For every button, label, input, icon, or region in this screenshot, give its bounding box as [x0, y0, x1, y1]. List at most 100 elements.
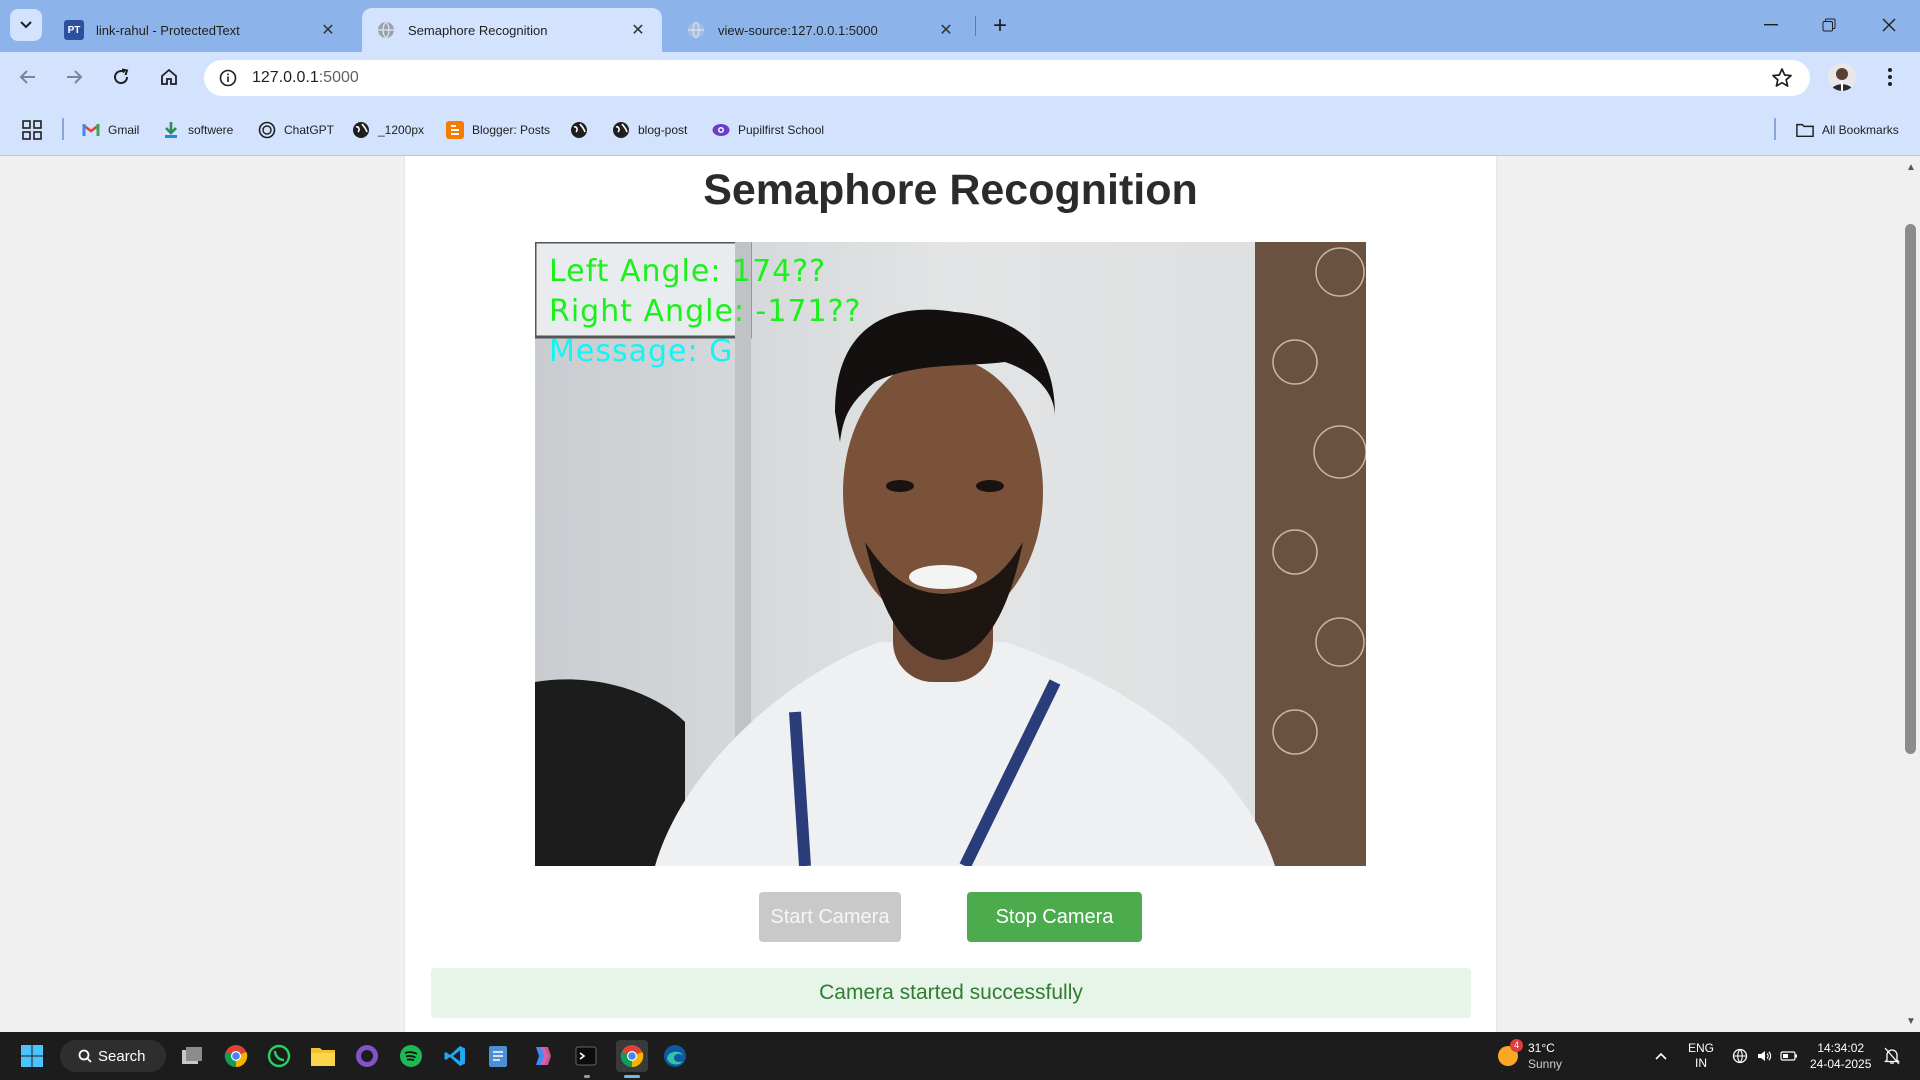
reload-icon: [114, 68, 129, 85]
copilot-icon[interactable]: [526, 1040, 558, 1072]
notepad-icon[interactable]: [482, 1040, 514, 1072]
notifications-button[interactable]: [1884, 1032, 1900, 1080]
vscode-icon[interactable]: [439, 1040, 471, 1072]
bookmark-blogger-posts[interactable]: Blogger: Posts: [446, 118, 550, 142]
tab-title: link-rahul - ProtectedText: [96, 22, 240, 38]
tab-title: Semaphore Recognition: [408, 22, 548, 38]
profile-avatar[interactable]: [1828, 63, 1856, 91]
weather-text: 31°C Sunny: [1528, 1040, 1562, 1072]
all-bookmarks-label: All Bookmarks: [1822, 123, 1899, 137]
url-host: 127.0.0.1: [252, 69, 319, 86]
browser-toolbar: 127.0.0.1:5000: [0, 52, 1920, 102]
sun-icon: 4: [1496, 1039, 1524, 1068]
start-camera-button[interactable]: Start Camera: [759, 892, 901, 942]
minimize-button[interactable]: [1742, 0, 1800, 50]
bookmark-globe[interactable]: [570, 118, 596, 142]
globe-icon: [570, 121, 588, 139]
tab-strip: PT link-rahul - ProtectedText ✕ Semaphor…: [0, 0, 1920, 52]
forward-button[interactable]: [58, 61, 90, 93]
show-hidden-icons-button[interactable]: [1654, 1032, 1668, 1080]
scroll-down-arrow-icon[interactable]: ▼: [1904, 1014, 1918, 1028]
pupilfirst-icon: [712, 121, 730, 139]
site-info-icon[interactable]: [210, 60, 246, 96]
gmail-icon: [82, 121, 100, 139]
globe-icon: [612, 121, 630, 139]
close-tab-icon[interactable]: ✕: [628, 20, 648, 40]
bookmark-label: Gmail: [108, 123, 140, 137]
bookmarks-bar: Gmail softwere ChatGPT _1200px Blogger: …: [0, 102, 1920, 156]
chevron-up-icon: [1655, 1052, 1667, 1060]
windows-logo-icon: [21, 1045, 43, 1067]
bookmark-blog-post[interactable]: blog-post: [612, 118, 687, 142]
bookmark-pupilfirst[interactable]: Pupilfirst School: [712, 118, 824, 142]
tab-semaphore-recognition[interactable]: Semaphore Recognition ✕: [362, 8, 662, 52]
volume-icon: [1758, 1051, 1772, 1061]
chatgpt-icon: [258, 121, 276, 139]
profile-icon: [1831, 68, 1853, 91]
restore-icon: [1822, 18, 1836, 32]
new-tab-button[interactable]: +: [986, 12, 1014, 40]
bookmark-label: blog-post: [638, 123, 688, 137]
notification-bell-icon: [1884, 1047, 1900, 1065]
chrome-icon[interactable]: [220, 1040, 252, 1072]
windows-taskbar: Search 4 31°C Sunny ENG IN 14:34:02 24-0…: [0, 1032, 1920, 1080]
bookmark-chatgpt[interactable]: ChatGPT: [258, 118, 334, 142]
close-tab-icon[interactable]: ✕: [318, 20, 338, 40]
right-angle-readout: Right Angle: -171??: [549, 294, 862, 329]
weather-widget[interactable]: 4 31°C Sunny: [1496, 1039, 1562, 1073]
bookmark-label: Blogger: Posts: [472, 123, 551, 137]
address-bar[interactable]: 127.0.0.1:5000: [204, 60, 1810, 96]
tab-title: view-source:127.0.0.1:5000: [718, 22, 878, 38]
system-tray-icons[interactable]: [1732, 1032, 1798, 1080]
search-icon: [78, 1049, 92, 1063]
back-button[interactable]: [12, 61, 44, 93]
active-app-indicator: [624, 1075, 640, 1078]
bookmark-gmail[interactable]: Gmail: [82, 118, 139, 142]
tab-separator: [975, 16, 976, 36]
bookmark-1200px[interactable]: _1200px: [352, 118, 424, 142]
close-window-button[interactable]: [1860, 0, 1918, 50]
close-tab-icon[interactable]: ✕: [936, 20, 956, 40]
page-title: Semaphore Recognition: [703, 166, 1198, 214]
reload-button[interactable]: [105, 61, 137, 93]
edge-icon[interactable]: [659, 1040, 691, 1072]
region-label: IN: [1695, 1056, 1707, 1070]
apps-grid-button[interactable]: [22, 118, 42, 142]
github-desktop-icon[interactable]: [351, 1040, 383, 1072]
url-text: 127.0.0.1:5000: [252, 69, 359, 87]
blogger-icon: [446, 121, 464, 139]
start-button[interactable]: [16, 1040, 48, 1072]
bookmark-label: _1200px: [378, 123, 425, 137]
spotify-icon[interactable]: [395, 1040, 427, 1072]
tab-view-source[interactable]: view-source:127.0.0.1:5000 ✕: [672, 8, 970, 52]
language-indicator[interactable]: ENG IN: [1688, 1032, 1714, 1080]
chrome-active-icon[interactable]: [616, 1040, 648, 1072]
minimize-icon: [1764, 24, 1778, 26]
page-scrollbar-thumb[interactable]: [1905, 224, 1916, 754]
home-icon: [161, 68, 177, 85]
all-bookmarks-button[interactable]: All Bookmarks: [1796, 118, 1899, 142]
terminal-icon[interactable]: [570, 1040, 602, 1072]
camera-video-feed: Left Angle: 174?? Right Angle: -171?? Me…: [535, 242, 1366, 866]
file-explorer-icon[interactable]: [307, 1040, 339, 1072]
bookmark-star-icon[interactable]: [1770, 66, 1794, 90]
chevron-down-icon: [20, 21, 32, 29]
browser-menu-button[interactable]: [1874, 61, 1906, 93]
status-message: Camera started successfully: [431, 968, 1471, 1018]
url-port: :5000: [318, 69, 359, 86]
system-clock[interactable]: 14:34:02 24-04-2025: [1810, 1032, 1871, 1080]
globe-icon: [686, 20, 706, 40]
restore-button[interactable]: [1800, 0, 1858, 50]
bookmark-softwere[interactable]: softwere: [162, 118, 233, 142]
tab-search-button[interactable]: [10, 9, 42, 41]
running-indicator: [584, 1075, 590, 1078]
tab-protectedtext[interactable]: PT link-rahul - ProtectedText ✕: [50, 8, 352, 52]
app-container: Semaphore Recognition Left Angle: 174?? …: [404, 156, 1497, 1032]
home-button[interactable]: [153, 61, 185, 93]
task-view-icon[interactable]: [176, 1040, 208, 1072]
taskbar-search[interactable]: Search: [60, 1040, 166, 1072]
stop-camera-button[interactable]: Stop Camera: [967, 892, 1142, 942]
scroll-up-arrow-icon[interactable]: ▲: [1904, 160, 1918, 174]
whatsapp-icon[interactable]: [263, 1040, 295, 1072]
folder-icon: [1796, 121, 1814, 139]
